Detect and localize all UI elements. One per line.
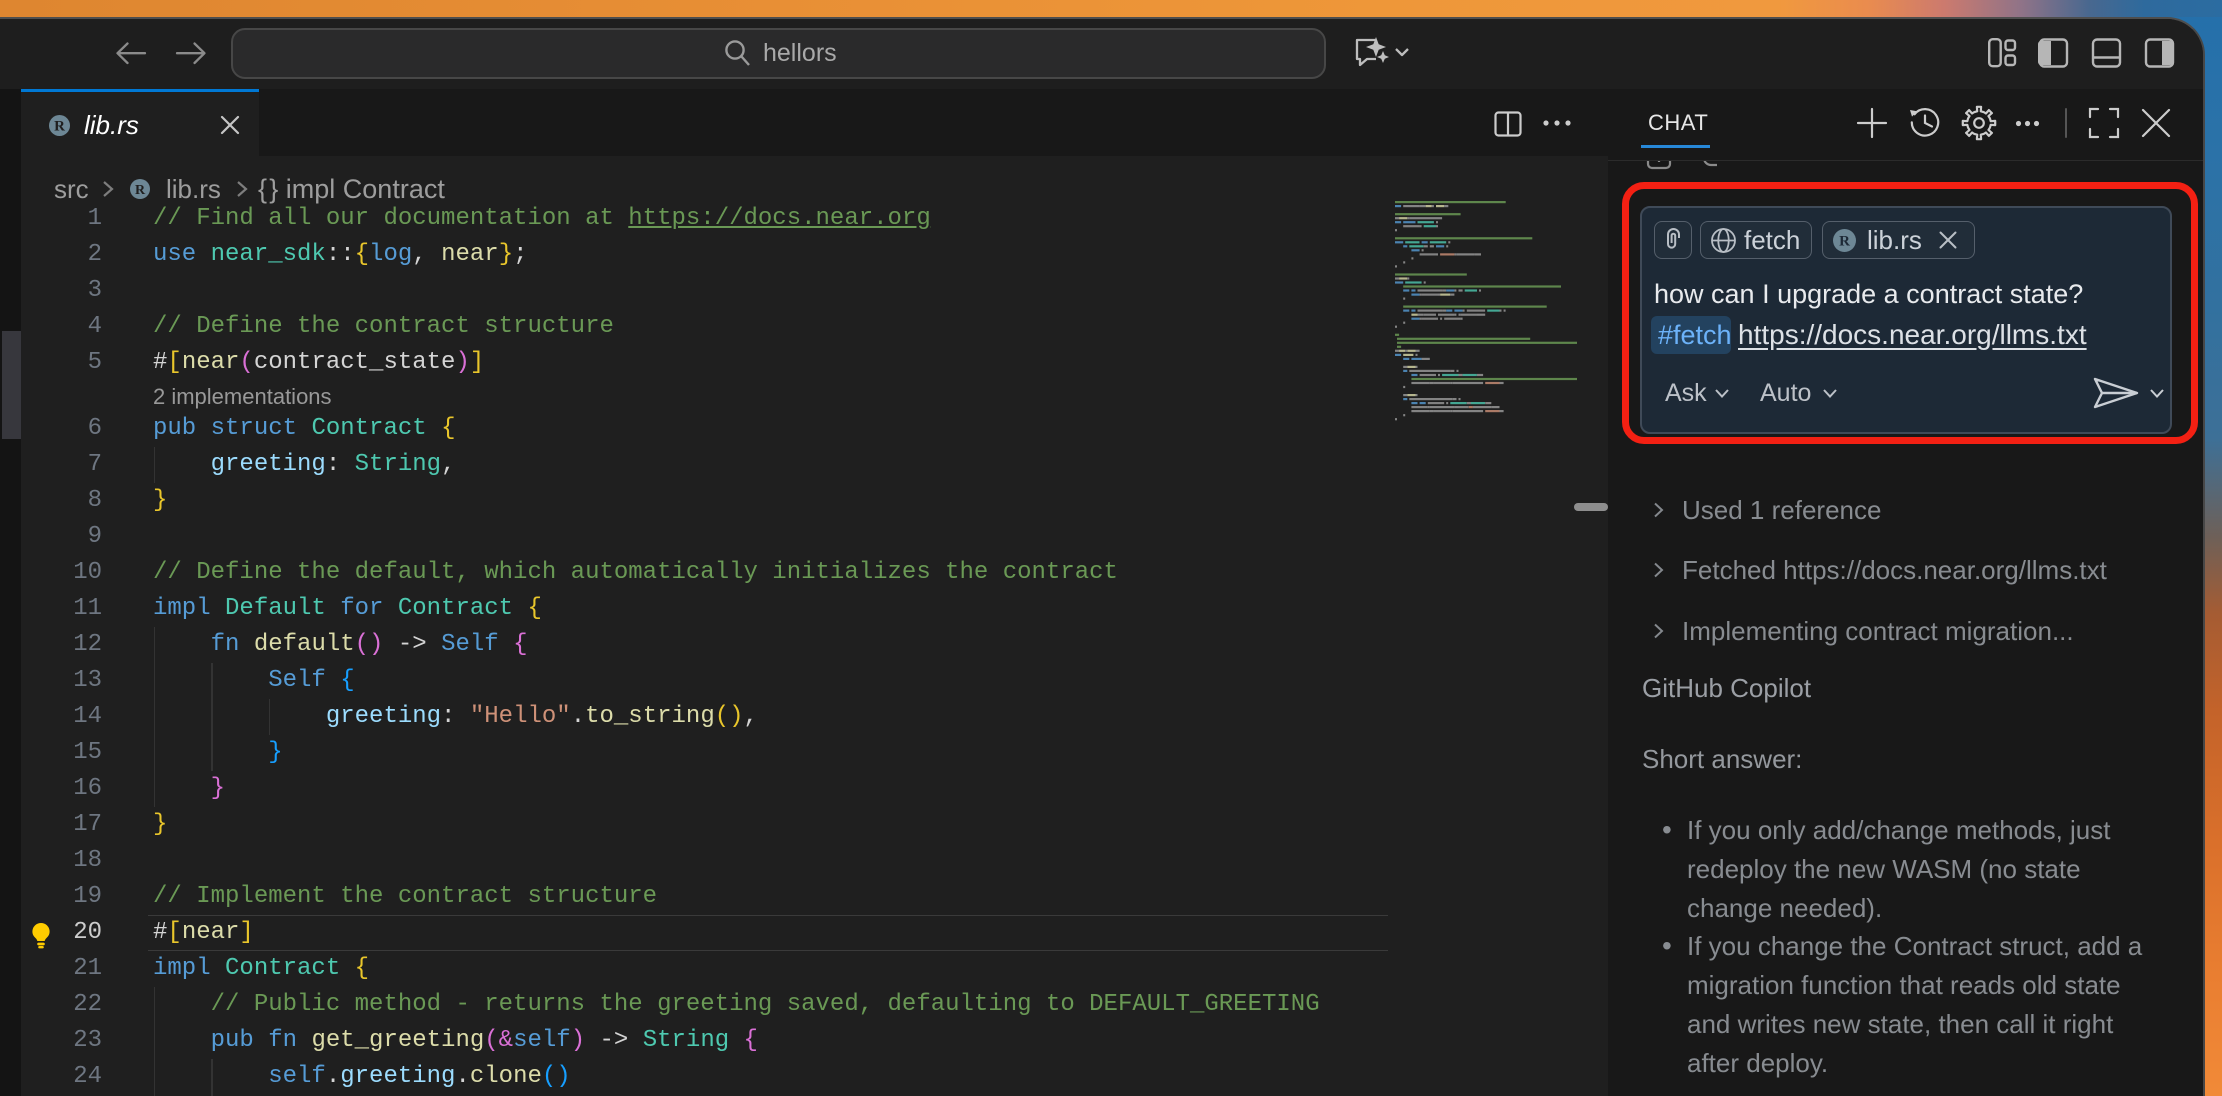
svg-text:R: R	[54, 119, 65, 135]
svg-text:R: R	[135, 183, 146, 198]
